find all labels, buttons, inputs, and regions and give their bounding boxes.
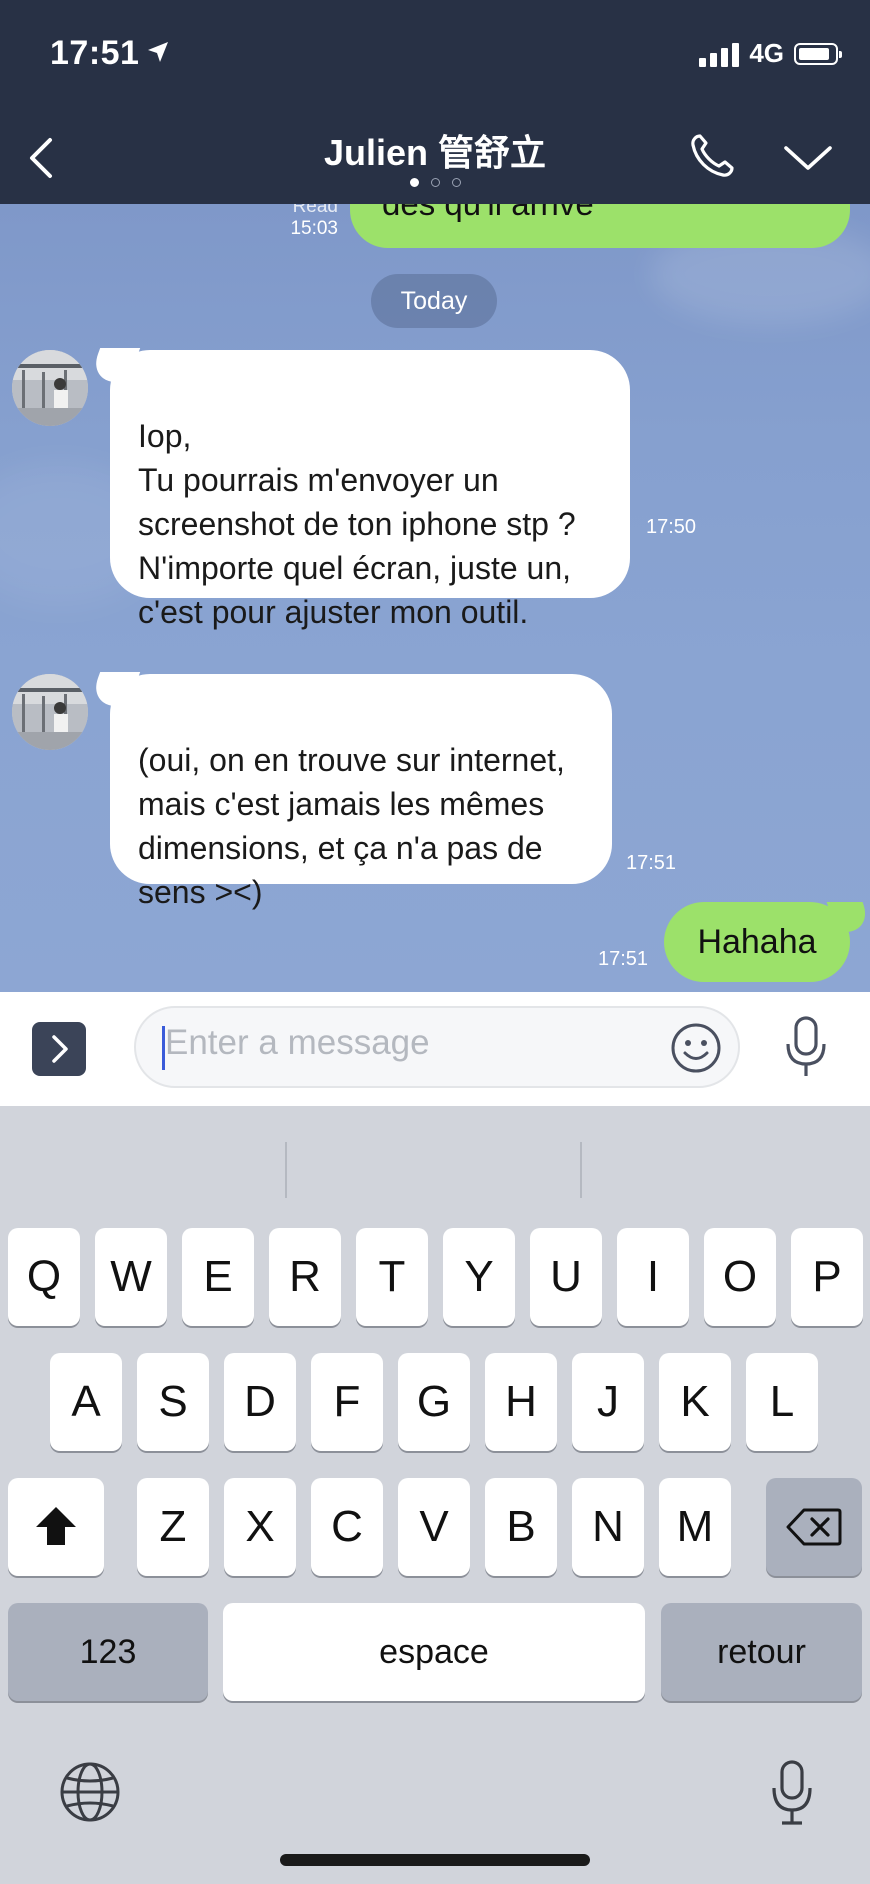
avatar[interactable] (12, 674, 88, 750)
read-label: Read (292, 204, 338, 217)
chevron-right-icon (52, 1035, 68, 1063)
phone-call-button[interactable] (684, 128, 740, 184)
key-n[interactable]: N (572, 1478, 644, 1576)
date-separator: Today (371, 274, 497, 328)
key-y[interactable]: Y (443, 1228, 515, 1326)
incoming-message[interactable]: (oui, on en trouve sur internet, mais c'… (110, 674, 612, 910)
key-s[interactable]: S (137, 1353, 209, 1451)
key-g[interactable]: G (398, 1353, 470, 1451)
read-receipt: Read 15:03 (270, 204, 338, 240)
key-l[interactable]: L (746, 1353, 818, 1451)
page-dot (451, 178, 461, 187)
key-f[interactable]: F (311, 1353, 383, 1451)
message-composer: Enter a message (0, 992, 870, 1106)
key-r[interactable]: R (269, 1228, 341, 1326)
shift-key[interactable] (8, 1478, 104, 1576)
key-z[interactable]: Z (137, 1478, 209, 1576)
page-dot-active (409, 178, 419, 187)
home-indicator[interactable] (280, 1854, 590, 1866)
dictation-microphone-icon[interactable] (768, 1758, 816, 1828)
message-time: 15:03 (290, 218, 338, 239)
suggestion-divider (580, 1142, 582, 1198)
key-j[interactable]: J (572, 1353, 644, 1451)
space-key[interactable]: espace (223, 1603, 645, 1701)
page-dot (430, 178, 440, 187)
avatar-photo (12, 674, 88, 750)
key-o[interactable]: O (704, 1228, 776, 1326)
key-h[interactable]: H (485, 1353, 557, 1451)
shift-icon (36, 1507, 76, 1545)
key-q[interactable]: Q (8, 1228, 80, 1326)
delete-key[interactable] (766, 1478, 862, 1576)
chevron-down-icon[interactable] (778, 130, 838, 186)
expand-button[interactable] (32, 1022, 86, 1076)
emoji-icon[interactable] (670, 1022, 722, 1074)
status-bar: 17:51 4G (0, 0, 870, 110)
suggestion-divider (285, 1142, 287, 1198)
incoming-message[interactable]: Iop, Tu pourrais m'envoyer un screenshot… (110, 350, 630, 630)
key-m[interactable]: M (659, 1478, 731, 1576)
key-c[interactable]: C (311, 1478, 383, 1576)
location-arrow-icon (148, 42, 168, 62)
text-cursor (162, 1026, 165, 1070)
key-k[interactable]: K (659, 1353, 731, 1451)
key-d[interactable]: D (224, 1353, 296, 1451)
key-p[interactable]: P (791, 1228, 863, 1326)
message-time: 17:50 (646, 516, 697, 538)
key-v[interactable]: V (398, 1478, 470, 1576)
message-text: (oui, on en trouve sur internet, mais c'… (138, 742, 565, 910)
key-x[interactable]: X (224, 1478, 296, 1576)
key-w[interactable]: W (95, 1228, 167, 1326)
message-text: dès qu'il arrive (382, 204, 594, 222)
outgoing-message[interactable]: dès qu'il arrive (350, 204, 850, 248)
outgoing-message[interactable]: Hahaha (664, 902, 850, 982)
avatar[interactable] (12, 350, 88, 426)
key-e[interactable]: E (182, 1228, 254, 1326)
battery-icon (794, 42, 842, 65)
key-i[interactable]: I (617, 1228, 689, 1326)
key-a[interactable]: A (50, 1353, 122, 1451)
microphone-icon[interactable] (782, 1014, 830, 1080)
message-text: Hahaha (697, 923, 817, 961)
return-key[interactable]: retour (661, 1603, 862, 1701)
network-type: 4G (749, 38, 784, 68)
chat-header: Julien 管舒立 (0, 110, 870, 204)
numbers-key[interactable]: 123 (8, 1603, 208, 1701)
globe-icon[interactable] (58, 1760, 122, 1824)
keyboard: Q W E R T Y U I O P A S D F G H J K L Z … (0, 1106, 870, 1884)
message-placeholder: Enter a message (165, 1023, 430, 1062)
key-b[interactable]: B (485, 1478, 557, 1576)
chat-area[interactable]: Read 15:03 dès qu'il arrive Today Iop, T… (0, 204, 870, 992)
key-t[interactable]: T (356, 1228, 428, 1326)
avatar-photo (12, 350, 88, 426)
key-u[interactable]: U (530, 1228, 602, 1326)
cellular-signal-icon (699, 41, 740, 67)
message-text: Iop, Tu pourrais m'envoyer un screenshot… (138, 418, 576, 630)
status-time: 17:51 (50, 34, 140, 72)
message-time: 17:51 (598, 948, 649, 970)
backspace-icon (786, 1508, 842, 1546)
message-time: 17:51 (626, 852, 677, 874)
status-indicators: 4G (699, 38, 842, 69)
